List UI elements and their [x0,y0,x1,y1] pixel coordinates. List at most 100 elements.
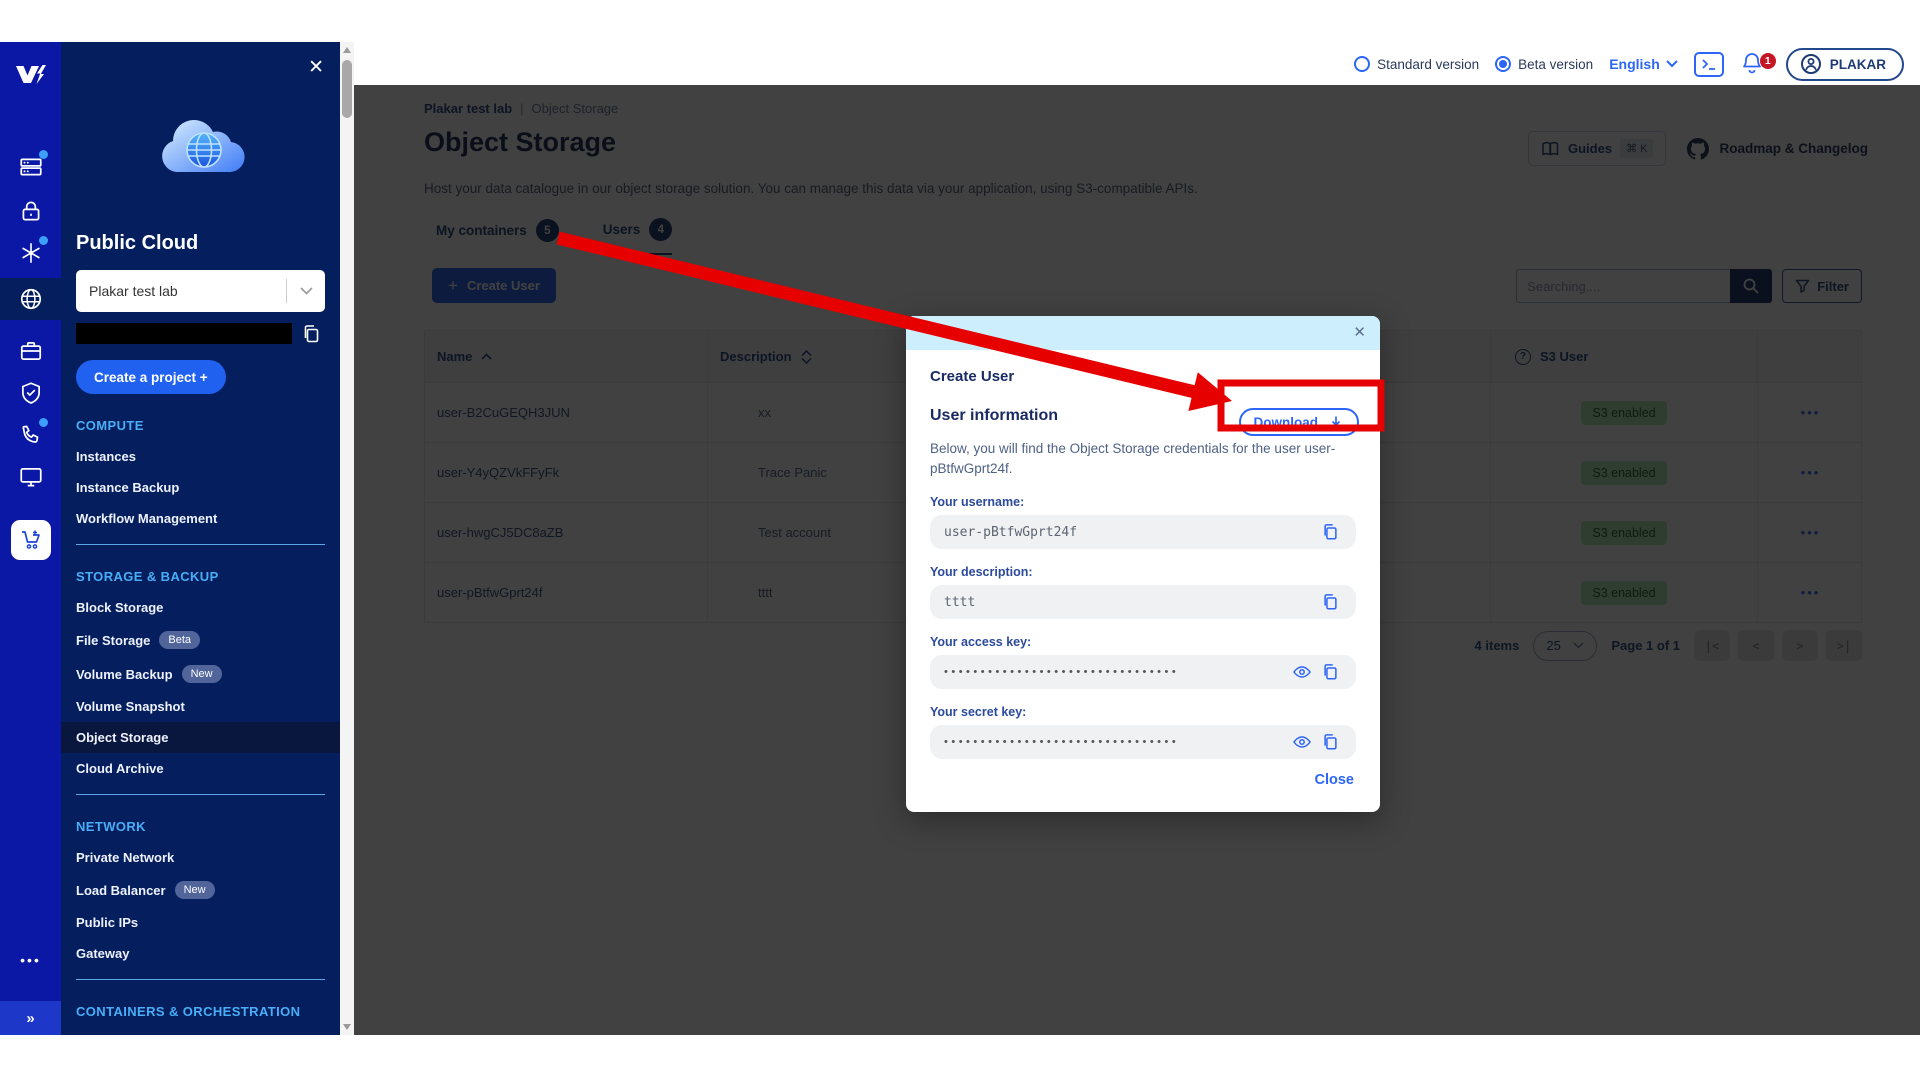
cart-icon-container [11,520,51,560]
monitor-icon [18,464,44,490]
reveal-secret-key-button[interactable] [1288,735,1316,749]
product-title: Public Cloud [76,232,198,255]
user-avatar-icon [1800,53,1822,75]
sidebar-item-object-storage[interactable]: Object Storage [61,722,340,753]
scroll-down-icon[interactable] [343,1024,351,1030]
sidebar-item-instance-backup[interactable]: Instance Backup [61,472,340,503]
sidebar-item-volume-backup[interactable]: Volume BackupNew [61,657,340,691]
section-title-containers: CONTAINERS & ORCHESTRATION [61,990,340,1027]
app-root: Standard version Beta version English 1 [0,0,1920,1080]
chevron-down-icon [1666,60,1678,68]
sidebar-item-workflow-management[interactable]: Workflow Management [61,503,340,534]
copy-description-button[interactable] [1316,593,1344,611]
new-badge: New [182,665,222,683]
language-selector[interactable]: English [1609,56,1678,72]
access-key-masked-value: •••••••••••••••••••••••••••••••• [944,666,1288,678]
briefcase-icon [18,338,44,364]
notification-dot [39,236,48,245]
rail-security-item[interactable] [0,198,61,224]
project-selector[interactable]: Plakar test lab [76,270,325,312]
rail-bare-metal-item[interactable] [0,338,61,364]
section-title-network: NETWORK [61,805,340,842]
sidebar-divider [76,794,325,795]
sidebar-item-instances[interactable]: Instances [61,441,340,472]
sidebar-scrollbar[interactable] [340,42,354,1035]
rail-marketplace-item-active[interactable] [0,520,61,560]
shopping-cart-icon [19,528,43,552]
copy-icon [1322,663,1339,681]
standard-version-label: Standard version [1377,57,1479,72]
username-value: user-pBtfwGprt24f [944,525,1316,540]
rail-public-cloud-item-active[interactable] [0,278,61,320]
new-badge: New [175,881,215,899]
radio-unchecked-icon [1354,56,1370,72]
download-label: Download [1254,415,1319,430]
sidebar-item-block-storage[interactable]: Block Storage [61,592,340,623]
modal-close-button[interactable]: Close [1315,772,1355,788]
description-label: Your description: [930,565,1356,579]
radio-checked-icon [1495,56,1511,72]
access-key-field: •••••••••••••••••••••••••••••••• [930,655,1356,689]
language-label: English [1609,56,1660,72]
account-button[interactable]: PLAKAR [1786,48,1904,81]
copy-icon [1322,593,1339,611]
download-icon [1328,415,1344,430]
scrollbar-thumb[interactable] [342,60,352,118]
download-button[interactable]: Download [1239,408,1360,436]
rail-network-hub-item[interactable] [0,240,61,266]
secret-key-masked-value: •••••••••••••••••••••••••••••••• [944,736,1288,748]
sidebar-item-public-ips[interactable]: Public IPs [61,907,340,938]
scroll-up-icon[interactable] [343,47,351,53]
secret-key-label: Your secret key: [930,705,1356,719]
sidebar-item-gateway[interactable]: Gateway [61,938,340,969]
beta-badge: Beta [159,631,200,649]
rail-identity-security-item[interactable] [0,380,61,406]
double-chevron-right-icon: » [26,1010,34,1027]
copy-access-key-button[interactable] [1316,663,1344,681]
project-id-row [76,323,325,344]
notifications-button[interactable]: 1 [1740,51,1770,77]
rail-billing-item[interactable] [0,154,61,180]
section-title-compute: COMPUTE [61,404,340,441]
username-label: Your username: [930,495,1356,509]
secret-key-field: •••••••••••••••••••••••••••••••• [930,725,1356,759]
reveal-access-key-button[interactable] [1288,665,1316,679]
rail-desktop-item[interactable] [0,464,61,490]
sidebar-item-managed-rancher[interactable]: Managed Rancher ServiceNew [61,1027,340,1035]
project-id-redacted [76,323,292,344]
terminal-button[interactable] [1694,52,1724,77]
beta-version-label: Beta version [1518,57,1593,72]
copy-username-button[interactable] [1316,523,1344,541]
sidebar-item-volume-snapshot[interactable]: Volume Snapshot [61,691,340,722]
terminal-icon [1701,58,1717,71]
beta-version-option[interactable]: Beta version [1495,56,1593,72]
modal-body: Create User User information Download Be… [906,350,1380,759]
copy-icon[interactable] [302,324,321,344]
sidebar-item-cloud-archive[interactable]: Cloud Archive [61,753,340,784]
sidebar-item-load-balancer[interactable]: Load BalancerNew [61,873,340,907]
sidebar: ✕ Public Cloud [61,42,340,1035]
create-project-button[interactable]: Create a project + [76,360,226,394]
modal-close-icon[interactable]: ✕ [1353,323,1366,341]
copy-secret-key-button[interactable] [1316,733,1344,751]
notification-count-badge: 1 [1760,53,1776,69]
eye-icon [1293,665,1311,679]
eye-icon [1293,735,1311,749]
rail-more-item[interactable]: ••• [0,952,61,968]
description-field: tttt [930,585,1356,619]
section-title-storage-backup: STORAGE & BACKUP [61,555,340,592]
shield-check-icon [18,380,44,406]
sidebar-item-file-storage[interactable]: File StorageBeta [61,623,340,657]
sidebar-divider [76,979,325,980]
top-bar-actions: Standard version Beta version English 1 [1354,46,1904,82]
notification-dot [39,418,48,427]
sidebar-item-private-network[interactable]: Private Network [61,842,340,873]
lock-icon [18,198,44,224]
sidebar-close-icon[interactable]: ✕ [308,56,324,79]
standard-version-option[interactable]: Standard version [1354,56,1479,72]
ovh-logo[interactable] [0,64,61,85]
account-name: PLAKAR [1830,57,1886,72]
rail-telecom-item[interactable] [0,422,61,448]
icon-rail: ••• » [0,42,61,1035]
rail-expand-button[interactable]: » [0,1001,61,1035]
